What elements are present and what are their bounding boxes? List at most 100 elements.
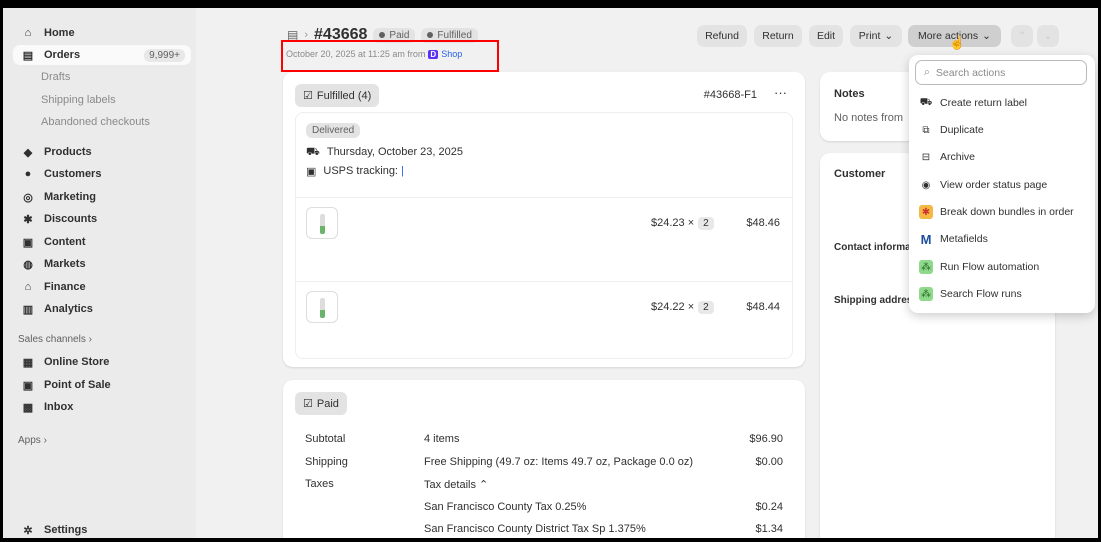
person-icon: ● <box>24 168 32 180</box>
sidebar-item-discounts[interactable]: ✱ Discounts <box>13 209 191 229</box>
menu-item-break-down-bundles[interactable]: ✱ Break down bundles in order <box>919 205 1074 219</box>
payment-card: ☑ Paid Subtotal 4 items $96.90 Shipping F… <box>283 380 805 538</box>
notes-title: Notes <box>834 88 865 100</box>
sidebar-item-settings[interactable]: ✲ Settings <box>13 520 191 538</box>
receipt-icon: ☑ <box>303 398 313 410</box>
refund-button[interactable]: Refund <box>697 25 747 47</box>
subtotal-desc: 4 items <box>424 433 460 445</box>
label: Products <box>44 146 92 158</box>
pos-icon: ▣ <box>22 379 34 392</box>
content-icon: ▣ <box>22 236 34 249</box>
sidebar-item-products[interactable]: ◆ Products <box>13 142 191 162</box>
sidebar-item-content[interactable]: ▣ Content <box>13 232 191 252</box>
bar-chart-icon: ▥ <box>22 303 34 316</box>
subtotal-label: Subtotal <box>305 433 346 445</box>
truck-icon: ⛟ <box>306 146 320 158</box>
eye-icon: ◉ <box>921 179 931 191</box>
label: Analytics <box>44 303 93 315</box>
paid-status-badge: ☑ Paid <box>295 392 347 415</box>
sidebar-item-analytics[interactable]: ▥ Analytics <box>13 299 191 319</box>
tag-icon: ◆ <box>23 146 33 159</box>
next-order-button[interactable]: ⌄ <box>1037 25 1059 47</box>
sidebar-item-inbox[interactable]: ▩ Inbox <box>13 397 191 417</box>
tax-line: San Francisco County Tax 0.25% <box>424 501 587 513</box>
previous-order-button[interactable]: ⌃ <box>1011 25 1033 47</box>
menu-item-create-return-label[interactable]: ⛟ Create return label <box>919 96 1027 110</box>
sidebar-item-online-store[interactable]: ▦ Online Store <box>13 352 191 372</box>
tax-details-toggle[interactable]: Tax details ⌃ <box>424 478 488 491</box>
sidebar-item-markets[interactable]: ◍ Markets <box>13 254 191 274</box>
bundles-app-icon: ✱ <box>919 205 933 219</box>
menu-item-metafields[interactable]: M Metafields <box>919 231 988 247</box>
archive-icon: ⊟ <box>921 151 931 163</box>
fulfilled-status-badge: ☑ Fulfilled (4) <box>295 84 380 107</box>
menu-item-view-order-status[interactable]: ◉ View order status page <box>919 178 1048 192</box>
label: Marketing <box>44 191 96 203</box>
tracking-link[interactable]: | <box>401 165 404 178</box>
app-window: ⌂ Home ▤ Orders 9,999+ Drafts Shipping labe… <box>3 8 1098 538</box>
source-link[interactable]: Shop <box>441 49 462 59</box>
sidebar-item-marketing[interactable]: ◎ Marketing <box>13 187 191 207</box>
apps-heading[interactable]: Apps › <box>18 435 47 446</box>
label: Discounts <box>44 213 98 225</box>
search-icon: ⌕ <box>924 66 930 78</box>
product-thumbnail[interactable] <box>306 291 338 323</box>
tracking-info: ▣ USPS tracking: | <box>306 165 404 178</box>
gear-icon: ✲ <box>23 524 33 537</box>
label: Orders <box>44 49 81 61</box>
chevron-down-icon: ⌄ <box>982 30 991 42</box>
label: Settings <box>44 524 88 536</box>
delivery-date: ⛟ Thursday, October 23, 2025 <box>306 146 463 158</box>
menu-item-duplicate[interactable]: ⧉ Duplicate <box>919 123 983 137</box>
menu-item-run-flow[interactable]: ⁂ Run Flow automation <box>919 260 1039 274</box>
home-icon: ⌂ <box>24 27 32 39</box>
return-button[interactable]: Return <box>754 25 802 47</box>
shipping-desc: Free Shipping (49.7 oz: Items 49.7 oz, P… <box>424 456 694 468</box>
fulfillment-card: ☑ Fulfilled (4) #43668-F1 ··· Delivered ⛟… <box>283 72 805 367</box>
label: Inbox <box>44 401 74 413</box>
fulfillment-details: Delivered ⛟ Thursday, October 23, 2025 ▣ U… <box>295 112 793 359</box>
globe-icon: ◍ <box>23 258 33 271</box>
flow-app-icon: ⁂ <box>919 260 933 274</box>
customer-title: Customer <box>834 168 886 180</box>
shop-app-icon: D <box>428 49 439 59</box>
print-button[interactable]: Print ⌄ <box>850 25 902 47</box>
search-actions-input[interactable]: ⌕ Search actions <box>915 60 1087 85</box>
taxes-label: Taxes <box>305 478 334 490</box>
shipping-amount: $0.00 <box>755 456 783 468</box>
metafields-app-icon: M <box>920 231 932 247</box>
label: Home <box>44 27 75 39</box>
menu-item-search-flow-runs[interactable]: ⁂ Search Flow runs <box>919 287 1022 301</box>
sidebar-item-orders[interactable]: ▤ Orders 9,999+ <box>13 45 191 65</box>
label: Content <box>44 236 86 248</box>
sidebar-item-abandoned-checkouts[interactable]: Abandoned checkouts <box>41 116 150 128</box>
sidebar-item-home[interactable]: ⌂ Home <box>13 23 191 43</box>
more-options-icon[interactable]: ··· <box>774 85 787 100</box>
order-subtitle: October 20, 2025 at 11:25 am from D Shop <box>286 49 463 59</box>
label: Online Store <box>44 356 110 368</box>
fulfilled-icon: ☑ <box>303 90 313 102</box>
sales-channels-heading[interactable]: Sales channels › <box>18 334 92 345</box>
inbox-icon: ▤ <box>22 49 34 62</box>
label: Finance <box>44 281 86 293</box>
sidebar-item-point-of-sale[interactable]: ▣ Point of Sale <box>13 375 191 395</box>
notes-text: No notes from <box>834 112 904 124</box>
shipping-address-heading: Shipping addres <box>834 295 913 306</box>
edit-button[interactable]: Edit <box>809 25 843 47</box>
sidebar-item-finance[interactable]: ⌂ Finance <box>13 277 191 297</box>
sidebar-item-shipping-labels[interactable]: Shipping labels <box>41 94 116 106</box>
sidebar-item-customers[interactable]: ● Customers <box>13 164 191 184</box>
label: Markets <box>44 258 86 270</box>
discount-icon: ✱ <box>23 213 33 226</box>
fulfillment-id: #43668-F1 <box>703 89 757 101</box>
sidebar: ⌂ Home ▤ Orders 9,999+ Drafts Shipping labe… <box>3 8 196 538</box>
orders-count: 9,999+ <box>144 48 185 62</box>
line-item-total: $48.46 <box>746 217 780 229</box>
subtotal-amount: $96.90 <box>749 433 783 445</box>
menu-item-archive[interactable]: ⊟ Archive <box>919 150 975 164</box>
sidebar-item-drafts[interactable]: Drafts <box>41 71 70 83</box>
truck-icon: ⛟ <box>919 96 933 108</box>
product-thumbnail[interactable] <box>306 207 338 239</box>
tax-line: San Francisco County District Tax Sp 1.3… <box>424 523 646 535</box>
bank-icon: ⌂ <box>24 281 32 293</box>
